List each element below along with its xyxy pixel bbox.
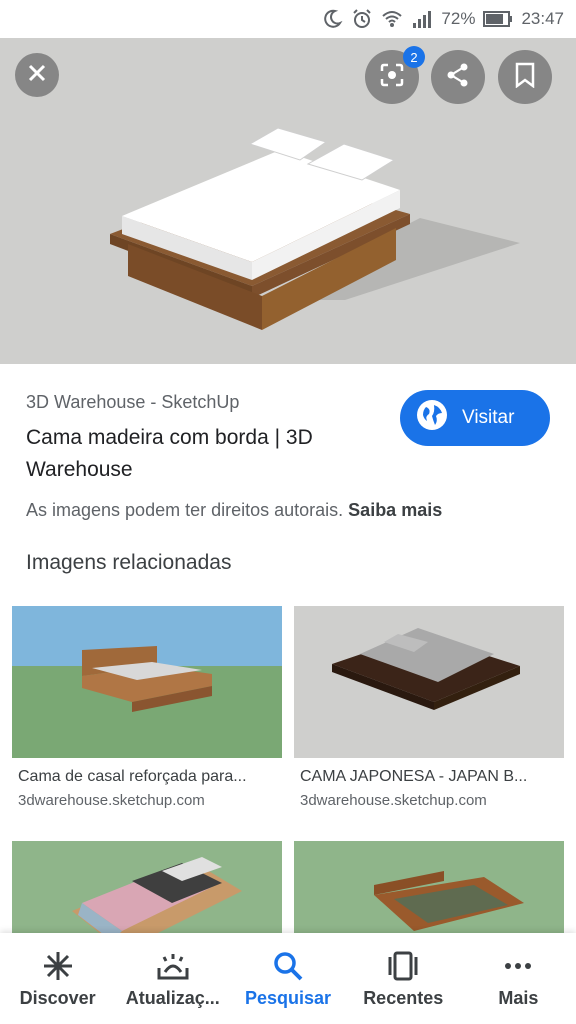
visit-button[interactable]: Visitar xyxy=(400,390,550,446)
result-source[interactable]: 3D Warehouse - SketchUp xyxy=(26,392,239,413)
result-info: 3D Warehouse - SketchUp Cama madeira com… xyxy=(0,364,576,534)
do-not-disturb-icon xyxy=(321,8,343,30)
nav-label: Mais xyxy=(498,988,539,1008)
search-icon xyxy=(270,948,306,984)
related-card[interactable]: CAMA JAPONESA - JAPAN B... 3dwarehouse.s… xyxy=(294,606,564,809)
close-icon xyxy=(27,63,47,88)
share-icon xyxy=(445,62,471,93)
nav-label: Atualizaç... xyxy=(125,988,220,1008)
related-thumbnail xyxy=(294,606,564,758)
lens-button[interactable]: 2 xyxy=(365,46,425,104)
copyright-notice: As imagens podem ter direitos autorais. … xyxy=(26,500,442,521)
related-domain: 3dwarehouse.sketchup.com xyxy=(18,792,205,809)
more-icon xyxy=(500,948,536,984)
share-button[interactable] xyxy=(431,50,485,104)
result-title[interactable]: Cama madeira com borda | 3D Warehouse xyxy=(26,422,376,486)
alarm-icon xyxy=(351,8,373,30)
battery-percent: 72% xyxy=(441,9,476,28)
updates-icon xyxy=(155,948,191,984)
nav-label: Recentes xyxy=(363,988,444,1008)
nav-more[interactable]: Mais xyxy=(461,933,576,1024)
wifi-icon xyxy=(381,8,403,30)
related-heading: Imagens relacionadas xyxy=(26,551,232,574)
battery-icon xyxy=(483,10,513,28)
nav-recents[interactable]: Recentes xyxy=(346,933,461,1024)
lens-icon xyxy=(379,62,405,93)
nav-discover[interactable]: Discover xyxy=(0,933,115,1024)
lens-badge: 2 xyxy=(403,46,425,68)
signal-icon xyxy=(411,8,433,30)
bed-image xyxy=(110,127,520,330)
recents-icon xyxy=(385,948,421,984)
related-card[interactable]: Cama de casal reforçada para... 3dwareho… xyxy=(12,606,282,809)
nav-label: Pesquisar xyxy=(244,988,332,1008)
hero-image[interactable]: 2 xyxy=(0,38,576,364)
clock: 23:47 xyxy=(521,9,564,28)
asterisk-icon xyxy=(40,948,76,984)
related-title: CAMA JAPONESA - JAPAN B... xyxy=(300,768,528,785)
related-thumbnail xyxy=(12,606,282,758)
nav-label: Discover xyxy=(19,988,96,1008)
learn-more-link[interactable]: Saiba mais xyxy=(348,500,442,520)
nav-updates[interactable]: Atualizaç... xyxy=(115,933,230,1024)
bottom-nav: Discover Atualizaç... Pesquisar Recentes… xyxy=(0,933,576,1024)
related-domain: 3dwarehouse.sketchup.com xyxy=(300,792,487,809)
globe-icon xyxy=(416,399,448,437)
visit-label: Visitar xyxy=(462,407,515,428)
related-title: Cama de casal reforçada para... xyxy=(18,768,247,785)
save-button[interactable] xyxy=(498,50,552,104)
copyright-text: As imagens podem ter direitos autorais. xyxy=(26,500,344,520)
nav-search[interactable]: Pesquisar xyxy=(230,933,345,1024)
bookmark-icon xyxy=(514,62,536,93)
close-button[interactable] xyxy=(15,53,59,97)
status-bar: 72% 23:47 xyxy=(0,0,576,38)
